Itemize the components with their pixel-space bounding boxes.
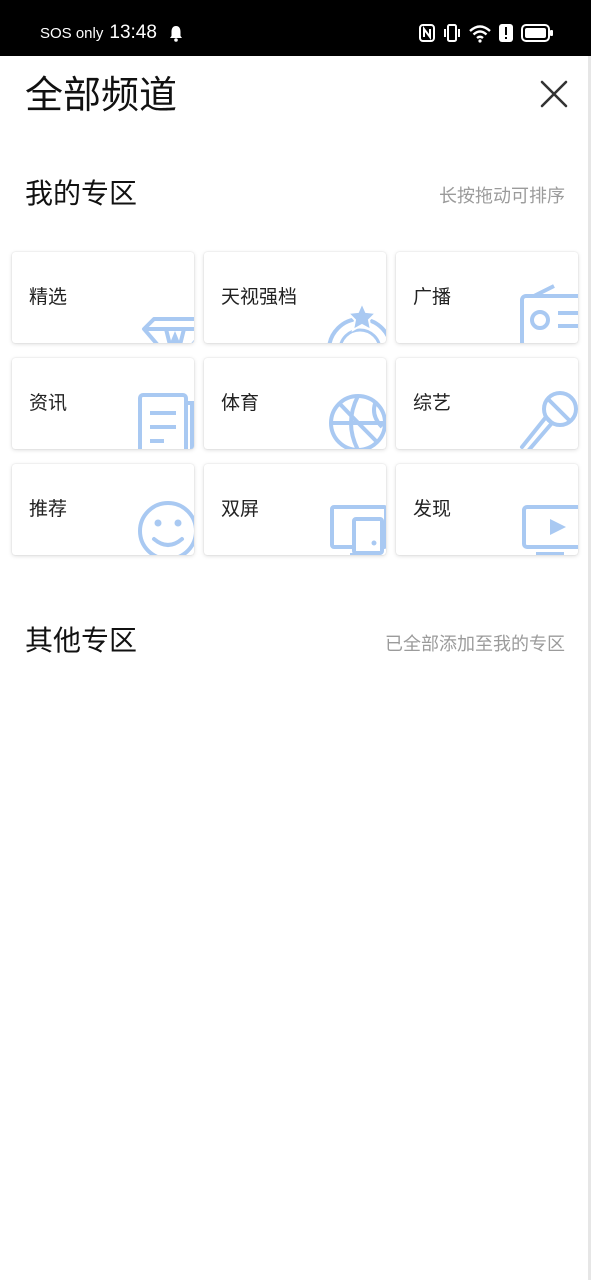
tile-guangbo[interactable]: 广播 <box>396 252 578 343</box>
tile-tuijian[interactable]: 推荐 <box>12 464 194 555</box>
tile-tianshi[interactable]: 天视强档 <box>204 252 386 343</box>
tile-label: 双屏 <box>221 498 260 520</box>
tile-tiyu[interactable]: 体育 <box>204 358 386 449</box>
page-title: 全部频道 <box>25 73 178 117</box>
tile-zixun[interactable]: 资讯 <box>12 358 194 449</box>
radio-icon <box>520 284 578 343</box>
tile-shuangping[interactable]: 双屏 <box>204 464 386 555</box>
tile-label: 资讯 <box>29 392 68 414</box>
microphone-icon <box>520 391 578 449</box>
nfc-icon <box>419 24 435 42</box>
video-play-icon <box>522 505 578 555</box>
tile-zongyi[interactable]: 综艺 <box>396 358 578 449</box>
tile-label: 推荐 <box>29 498 68 520</box>
tile-label: 精选 <box>29 286 68 308</box>
tile-label: 发现 <box>413 498 452 520</box>
tile-label: 综艺 <box>413 392 452 414</box>
close-icon[interactable] <box>534 74 574 114</box>
sos-label: SOS only <box>40 24 104 42</box>
document-icon <box>138 393 194 449</box>
vibrate-icon <box>444 24 460 42</box>
my-section-title: 我的专区 <box>25 177 138 210</box>
dual-screen-icon <box>330 505 386 555</box>
basketball-icon <box>329 394 386 449</box>
clock: 13:48 <box>109 22 157 43</box>
diamond-icon <box>142 317 194 343</box>
bell-icon <box>169 26 182 42</box>
other-section-hint: 已全部添加至我的专区 <box>385 634 565 655</box>
smiley-icon <box>138 501 194 555</box>
tile-label: 广播 <box>413 286 452 308</box>
status-bar: SOS only 13:48 <box>0 0 591 56</box>
battery-icon <box>521 24 553 42</box>
status-left: SOS only 13:48 <box>40 0 185 66</box>
tile-jingxuan[interactable]: 精选 <box>12 252 194 343</box>
tile-label: 天视强档 <box>221 286 298 308</box>
status-right <box>419 20 553 46</box>
tile-faxian[interactable]: 发现 <box>396 464 578 555</box>
wifi-icon <box>469 25 491 43</box>
tile-label: 体育 <box>221 392 260 414</box>
alert-icon <box>499 24 513 42</box>
my-section-hint: 长按拖动可排序 <box>439 186 565 207</box>
star-medal-icon <box>327 300 386 343</box>
other-section-title: 其他专区 <box>25 624 138 657</box>
